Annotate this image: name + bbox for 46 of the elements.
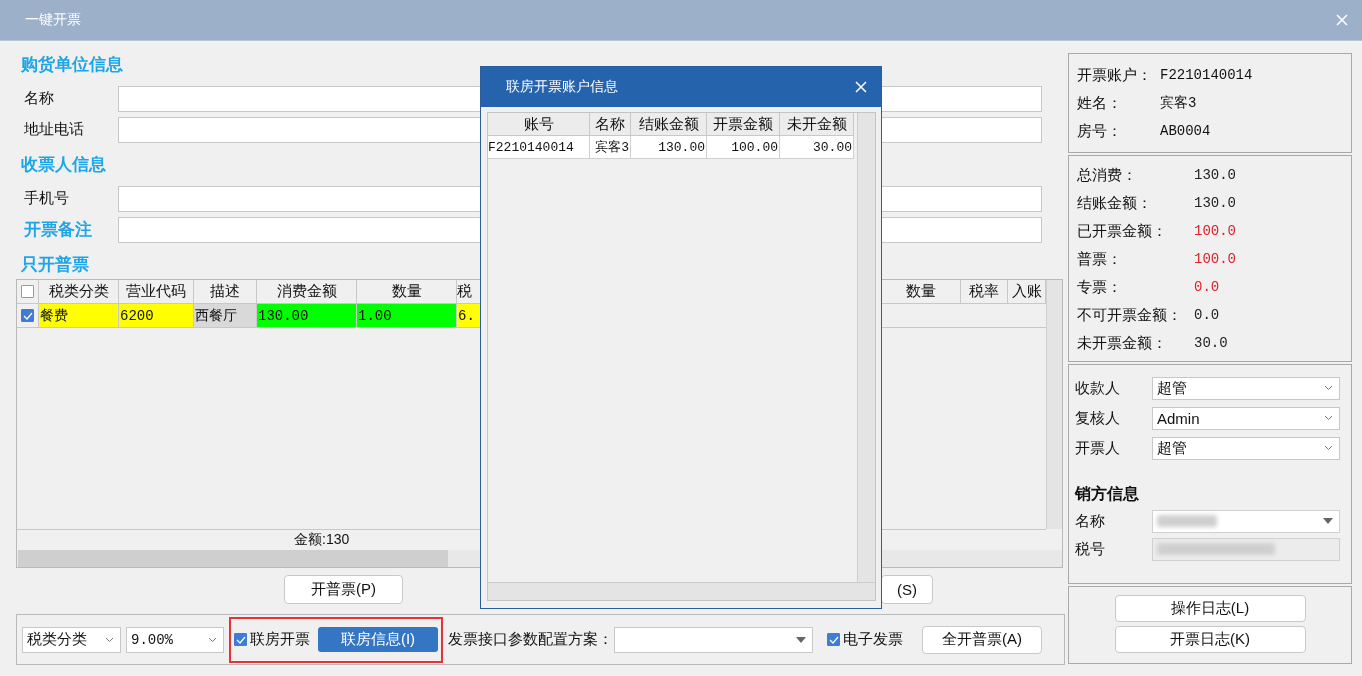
field-label: 名称 [23,89,55,108]
field-label: 开票人 [1075,438,1121,458]
table-cell: 西餐厅 [194,304,257,327]
dialog-title: 联房开票账户信息 [506,78,618,96]
window-title: 一键开票 [25,11,81,29]
info-label: 专票： [1077,277,1123,297]
amount-value: 130.0 [1194,167,1236,183]
amount-value: 0.0 [1194,279,1220,295]
info-value: AB0004 [1160,123,1211,139]
field-label: 开票备注 [23,218,93,241]
info-label: 开票账户： [1077,65,1153,85]
info-value: F2210140014 [1160,67,1253,83]
table-cell: 宾客3 [590,136,631,159]
info-label: 普票： [1077,249,1123,269]
table-cell: F2210140014 [488,136,590,159]
info-label: 房号： [1077,121,1123,141]
config-label: 发票接口参数配置方案： [448,630,613,649]
section-heading: 购货单位信息 [20,53,124,76]
info-label: 未开票金额： [1077,333,1168,353]
field-label: 收款人 [1075,378,1121,398]
amount-value: 0.0 [1194,307,1220,323]
table-cell: 100.00 [707,136,780,159]
amount-value: 130.0 [1194,195,1236,211]
section-heading: 收票人信息 [20,153,107,176]
info-label: 已开票金额： [1077,221,1168,241]
field-label: 名称 [1075,511,1106,531]
section-heading: 销方信息 [1075,484,1140,504]
amount-value: 100.0 [1194,223,1236,239]
field-label: 税号 [1075,539,1106,559]
amount-value: 100.0 [1194,251,1236,267]
section-heading: 只开普票 [20,253,90,276]
info-label: 不可开票金额： [1077,305,1183,325]
field-label: 复核人 [1075,408,1121,428]
info-label: 总消费： [1077,165,1138,185]
table-cell: 餐费 [39,304,119,327]
info-value: 宾客3 [1160,94,1197,112]
info-label: 姓名： [1077,93,1123,113]
field-label: 手机号 [23,189,70,208]
amount-value: 30.0 [1194,335,1228,351]
table-cell: 6200 [119,304,194,327]
table-cell: 1.00 [357,304,457,327]
info-label: 结账金额： [1077,193,1153,213]
field-label: 地址电话 [23,120,85,139]
table-cell: 30.00 [780,136,854,159]
table-cell: 130.00 [631,136,707,159]
table-cell: 130.00 [257,304,357,327]
